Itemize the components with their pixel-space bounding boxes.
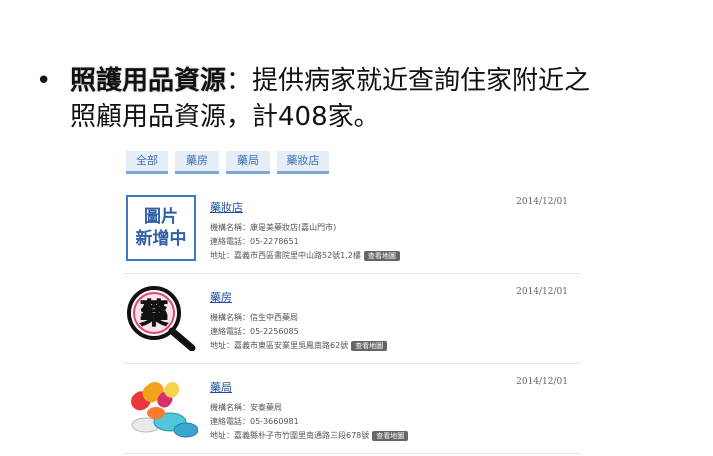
item-address: 地址：嘉義縣朴子市竹圍里南通路三段678號 xyxy=(210,431,370,440)
bullet-description-line2: 照顧用品資源，計408家。 xyxy=(70,102,380,132)
item-thumbnail: 藥 xyxy=(126,285,196,352)
item-thumbnail xyxy=(126,375,199,439)
pills-icon xyxy=(131,382,199,438)
placeholder-text-1: 圖片 xyxy=(144,207,178,227)
item-address: 地址：嘉義市西區書院里中山路52號1,2樓 xyxy=(210,251,361,260)
item-thumbnail: 圖片 新增中 xyxy=(126,195,196,261)
bullet-dot: • xyxy=(36,66,52,96)
view-map-button[interactable]: 查看地圖 xyxy=(351,340,388,351)
item-org-name: 機構名稱：康是美藥妝店(嘉山門市) xyxy=(210,223,337,232)
pharmacy-glyph: 藥 xyxy=(139,297,168,330)
item-title-link[interactable]: 藥房 xyxy=(210,289,232,305)
item-address-row: 地址：嘉義市西區書院里中山路52號1,2樓 查看地圖 xyxy=(210,250,400,261)
bullet-heading: 照護用品資源 xyxy=(70,66,227,96)
tab-drugstore[interactable]: 藥房 xyxy=(175,151,219,174)
list-item: 圖片 新增中 藥妝店 2014/12/01 機構名稱：康是美藥妝店(嘉山門市) … xyxy=(124,187,580,274)
item-date: 2014/12/01 xyxy=(516,197,568,207)
tab-cosmetics-store[interactable]: 藥妝店 xyxy=(277,151,329,174)
item-date: 2014/12/01 xyxy=(516,377,568,387)
placeholder-text-2: 新增中 xyxy=(135,229,187,249)
bullet-text: 照護用品資源：提供病家就近查詢住家附近之 xyxy=(70,64,590,98)
item-title-link[interactable]: 藥妝店 xyxy=(210,199,243,215)
tab-all[interactable]: 全部 xyxy=(126,151,168,174)
item-phone: 連絡電話：05-3660981 xyxy=(210,417,299,426)
item-date: 2014/12/01 xyxy=(516,287,568,297)
image-placeholder-icon: 圖片 新增中 xyxy=(126,195,196,261)
item-address: 地址：嘉義市東區安業里吳鳳南路62號 xyxy=(210,341,349,350)
item-org-name: 機構名稱：信生中西藥局 xyxy=(210,313,298,322)
tab-pharmacy[interactable]: 藥局 xyxy=(226,151,270,174)
list-item: 藥 藥房 2014/12/01 機構名稱：信生中西藥局 連絡電話：05-2256… xyxy=(124,277,580,364)
list-item: 藥局 2014/12/01 機構名稱：安泰藥局 連絡電話：05-3660981 … xyxy=(124,367,580,454)
view-map-button[interactable]: 查看地圖 xyxy=(372,430,409,441)
item-address-row: 地址：嘉義市東區安業里吳鳳南路62號 查看地圖 xyxy=(210,340,388,351)
pharmacy-magnifier-icon: 藥 xyxy=(127,286,196,352)
item-title-link[interactable]: 藥局 xyxy=(210,379,232,395)
view-map-button[interactable]: 查看地圖 xyxy=(363,250,400,261)
item-address-row: 地址：嘉義縣朴子市竹圍里南通路三段678號 查看地圖 xyxy=(210,430,409,441)
item-phone: 連絡電話：05-2278651 xyxy=(210,237,299,246)
item-org-name: 機構名稱：安泰藥局 xyxy=(210,403,282,412)
item-phone: 連絡電話：05-2256085 xyxy=(210,327,299,336)
bullet-description: ：提供病家就近查詢住家附近之 xyxy=(226,66,591,96)
